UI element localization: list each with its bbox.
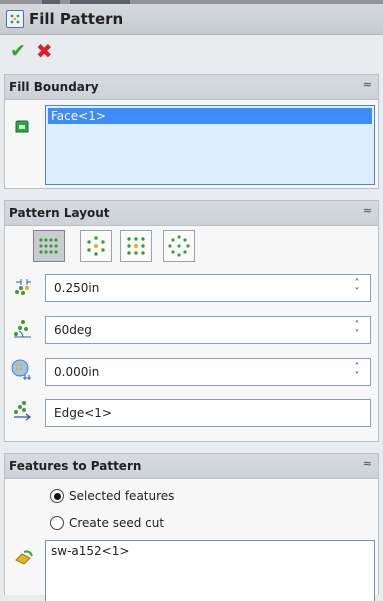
fill-boundary-header[interactable]: Fill Boundary ≈ bbox=[5, 75, 378, 100]
layout-perforation-button[interactable] bbox=[33, 230, 65, 262]
circular-layout-icon bbox=[87, 236, 105, 256]
section-title: Pattern Layout bbox=[9, 206, 110, 220]
boundary-selection-list[interactable]: Face<1> bbox=[45, 105, 375, 185]
radio-label: Selected features bbox=[69, 489, 175, 503]
polygon-layout-icon bbox=[168, 235, 190, 257]
layout-polygon-button[interactable] bbox=[163, 230, 195, 262]
property-manager-titlebar: Fill Pattern bbox=[0, 4, 383, 35]
stagger-angle-icon bbox=[11, 318, 33, 340]
window-title: Fill Pattern bbox=[29, 10, 124, 28]
pattern-layout-section: Pattern Layout ≈ 0.250in ˄ ˅ 60deg ˄ ˅ 0… bbox=[4, 200, 379, 442]
ok-button[interactable]: ✔ bbox=[10, 41, 26, 61]
radio-button[interactable] bbox=[50, 489, 64, 503]
section-title: Fill Boundary bbox=[9, 80, 99, 94]
spin-down-icon[interactable]: ˅ bbox=[355, 372, 360, 382]
collapse-chevron-icon[interactable]: ≈ bbox=[363, 78, 372, 91]
input-value: 0.250in bbox=[54, 281, 100, 295]
spinner[interactable]: ˄ ˅ bbox=[344, 317, 370, 343]
margins-icon bbox=[11, 359, 33, 381]
list-item[interactable]: Face<1> bbox=[48, 108, 372, 124]
radio-button[interactable] bbox=[50, 516, 64, 530]
radio-create-seed-cut[interactable]: Create seed cut bbox=[50, 516, 164, 530]
action-row: ✔ ✖ bbox=[0, 35, 383, 67]
input-value: 0.000in bbox=[54, 365, 100, 379]
spin-down-icon[interactable]: ˅ bbox=[355, 288, 360, 298]
square-layout-icon bbox=[127, 237, 145, 255]
fill-pattern-icon bbox=[6, 10, 24, 28]
collapse-chevron-icon[interactable]: ≈ bbox=[363, 204, 372, 217]
pattern-direction-icon bbox=[11, 400, 33, 422]
input-value: Edge<1> bbox=[54, 406, 112, 420]
section-title: Features to Pattern bbox=[9, 459, 142, 473]
features-selection-icon bbox=[13, 547, 35, 569]
face-selection-icon bbox=[11, 116, 33, 138]
stagger-angle-input[interactable]: 60deg ˄ ˅ bbox=[45, 316, 371, 344]
instance-spacing-input[interactable]: 0.250in ˄ ˅ bbox=[45, 274, 371, 302]
layout-circular-button[interactable] bbox=[80, 230, 112, 262]
spinner[interactable]: ˄ ˅ bbox=[344, 275, 370, 301]
fill-boundary-section: Fill Boundary ≈ Face<1> bbox=[4, 74, 379, 189]
pattern-layout-header[interactable]: Pattern Layout ≈ bbox=[5, 201, 378, 226]
margins-input[interactable]: 0.000in ˄ ˅ bbox=[45, 358, 371, 386]
features-to-pattern-header[interactable]: Features to Pattern ≈ bbox=[5, 454, 378, 479]
features-to-pattern-section: Features to Pattern ≈ Selected features … bbox=[4, 453, 379, 601]
instance-spacing-icon bbox=[11, 276, 33, 298]
input-value: 60deg bbox=[54, 323, 92, 337]
spin-down-icon[interactable]: ˅ bbox=[355, 330, 360, 340]
spinner[interactable]: ˄ ˅ bbox=[344, 359, 370, 385]
radio-selected-features[interactable]: Selected features bbox=[50, 489, 174, 503]
radio-label: Create seed cut bbox=[69, 516, 165, 530]
list-item[interactable]: sw-a152<1> bbox=[48, 543, 372, 559]
pattern-direction-field[interactable]: Edge<1> bbox=[45, 399, 371, 427]
collapse-chevron-icon[interactable]: ≈ bbox=[363, 457, 372, 470]
layout-square-button[interactable] bbox=[120, 230, 152, 262]
cancel-button[interactable]: ✖ bbox=[36, 41, 53, 61]
perforation-layout-icon bbox=[39, 238, 58, 254]
